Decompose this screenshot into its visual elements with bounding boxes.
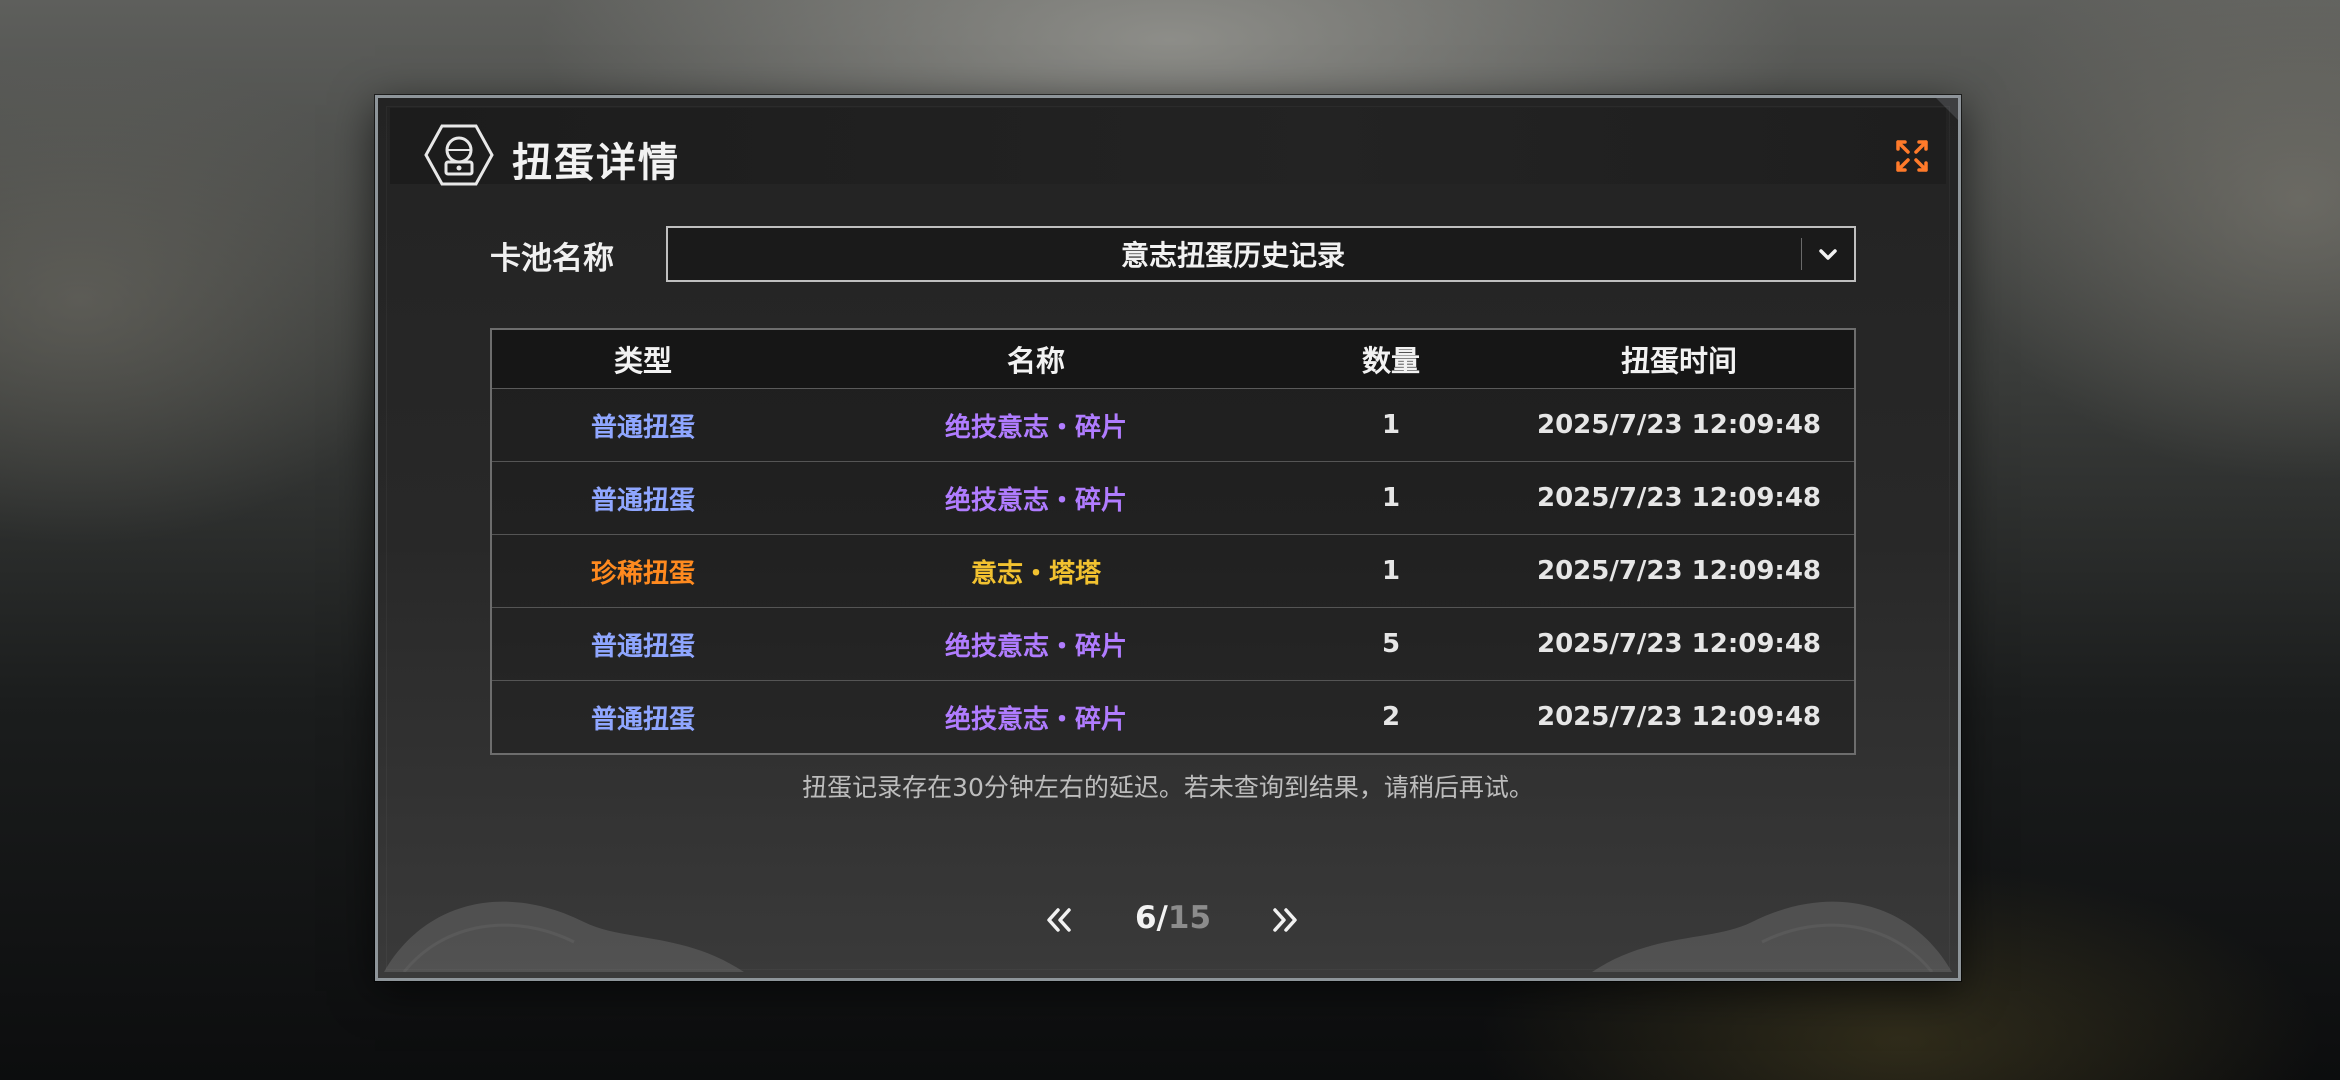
corner-ornament-left	[384, 901, 744, 972]
row-item-name: 绝技意志・碎片	[944, 485, 1127, 516]
table-body: 普通扭蛋 绝技意志・碎片 1 2025/7/23 12:09:48 普通扭蛋 绝…	[492, 389, 1854, 753]
delay-notice: 扭蛋记录存在30分钟左右的延迟。若未查询到结果，请稍后再试。	[802, 773, 1534, 802]
total-pages: 15	[1167, 900, 1212, 936]
row-time: 2025/7/23 12:09:48	[1536, 483, 1822, 513]
close-icon[interactable]	[1892, 136, 1932, 176]
row-quantity: 2	[1381, 702, 1401, 732]
table-row: 普通扭蛋 绝技意志・碎片 2 2025/7/23 12:09:48	[492, 680, 1854, 753]
row-type: 普通扭蛋	[590, 485, 695, 516]
page-separator: /	[1156, 900, 1168, 936]
pool-select-dropdown[interactable]: 意志扭蛋历史记录	[666, 226, 1856, 282]
row-time: 2025/7/23 12:09:48	[1536, 556, 1822, 586]
table-row: 普通扭蛋 绝技意志・碎片 1 2025/7/23 12:09:48	[492, 389, 1854, 461]
title-bar: 扭蛋详情	[390, 108, 1946, 186]
row-type: 普通扭蛋	[590, 704, 695, 735]
row-item-name: 绝技意志・碎片	[944, 412, 1127, 443]
row-quantity: 1	[1381, 556, 1401, 586]
double-chevron-left-icon[interactable]	[1041, 902, 1077, 938]
row-item-name: 绝技意志・碎片	[944, 704, 1127, 735]
row-time: 2025/7/23 12:09:48	[1536, 702, 1822, 732]
row-quantity: 1	[1381, 483, 1401, 513]
dialog-title: 扭蛋详情	[512, 140, 680, 186]
pagination: 6/15	[378, 896, 1958, 946]
gacha-machine-icon	[424, 124, 494, 186]
gacha-details-dialog: 扭蛋详情 卡池名称 意志扭蛋历史记录 类型 名称 数量 扭蛋时间 普通扭蛋 绝技…	[375, 95, 1961, 981]
gacha-records-table: 类型 名称 数量 扭蛋时间 普通扭蛋 绝技意志・碎片 1 2025/7/23 1…	[490, 328, 1856, 755]
table-row: 普通扭蛋 绝技意志・碎片 5 2025/7/23 12:09:48	[492, 607, 1854, 680]
header-name: 名称	[1006, 344, 1065, 378]
row-type: 普通扭蛋	[590, 412, 695, 443]
header-quantity: 数量	[1361, 344, 1420, 378]
current-page: 6	[1134, 900, 1157, 936]
header-type: 类型	[613, 344, 672, 378]
row-item-name: 意志・塔塔	[970, 558, 1101, 589]
row-item-name: 绝技意志・碎片	[944, 631, 1127, 662]
double-chevron-right-icon[interactable]	[1267, 902, 1303, 938]
row-quantity: 1	[1381, 410, 1401, 440]
row-type: 珍稀扭蛋	[590, 558, 695, 589]
row-type: 普通扭蛋	[590, 631, 695, 662]
pool-select-value: 意志扭蛋历史记录	[1120, 239, 1345, 272]
header-time: 扭蛋时间	[1620, 344, 1737, 378]
table-row: 普通扭蛋 绝技意志・碎片 1 2025/7/23 12:09:48	[492, 461, 1854, 534]
row-quantity: 5	[1381, 629, 1401, 659]
row-time: 2025/7/23 12:09:48	[1536, 629, 1822, 659]
page-indicator: 6/15	[1108, 900, 1238, 936]
chevron-down-icon[interactable]	[1816, 242, 1840, 266]
corner-ornament-right	[1592, 901, 1952, 972]
dropdown-divider	[1801, 238, 1802, 270]
row-time: 2025/7/23 12:09:48	[1536, 410, 1822, 440]
pool-name-label: 卡池名称	[490, 241, 614, 277]
table-row: 珍稀扭蛋 意志・塔塔 1 2025/7/23 12:09:48	[492, 534, 1854, 607]
table-header: 类型 名称 数量 扭蛋时间	[492, 330, 1854, 389]
